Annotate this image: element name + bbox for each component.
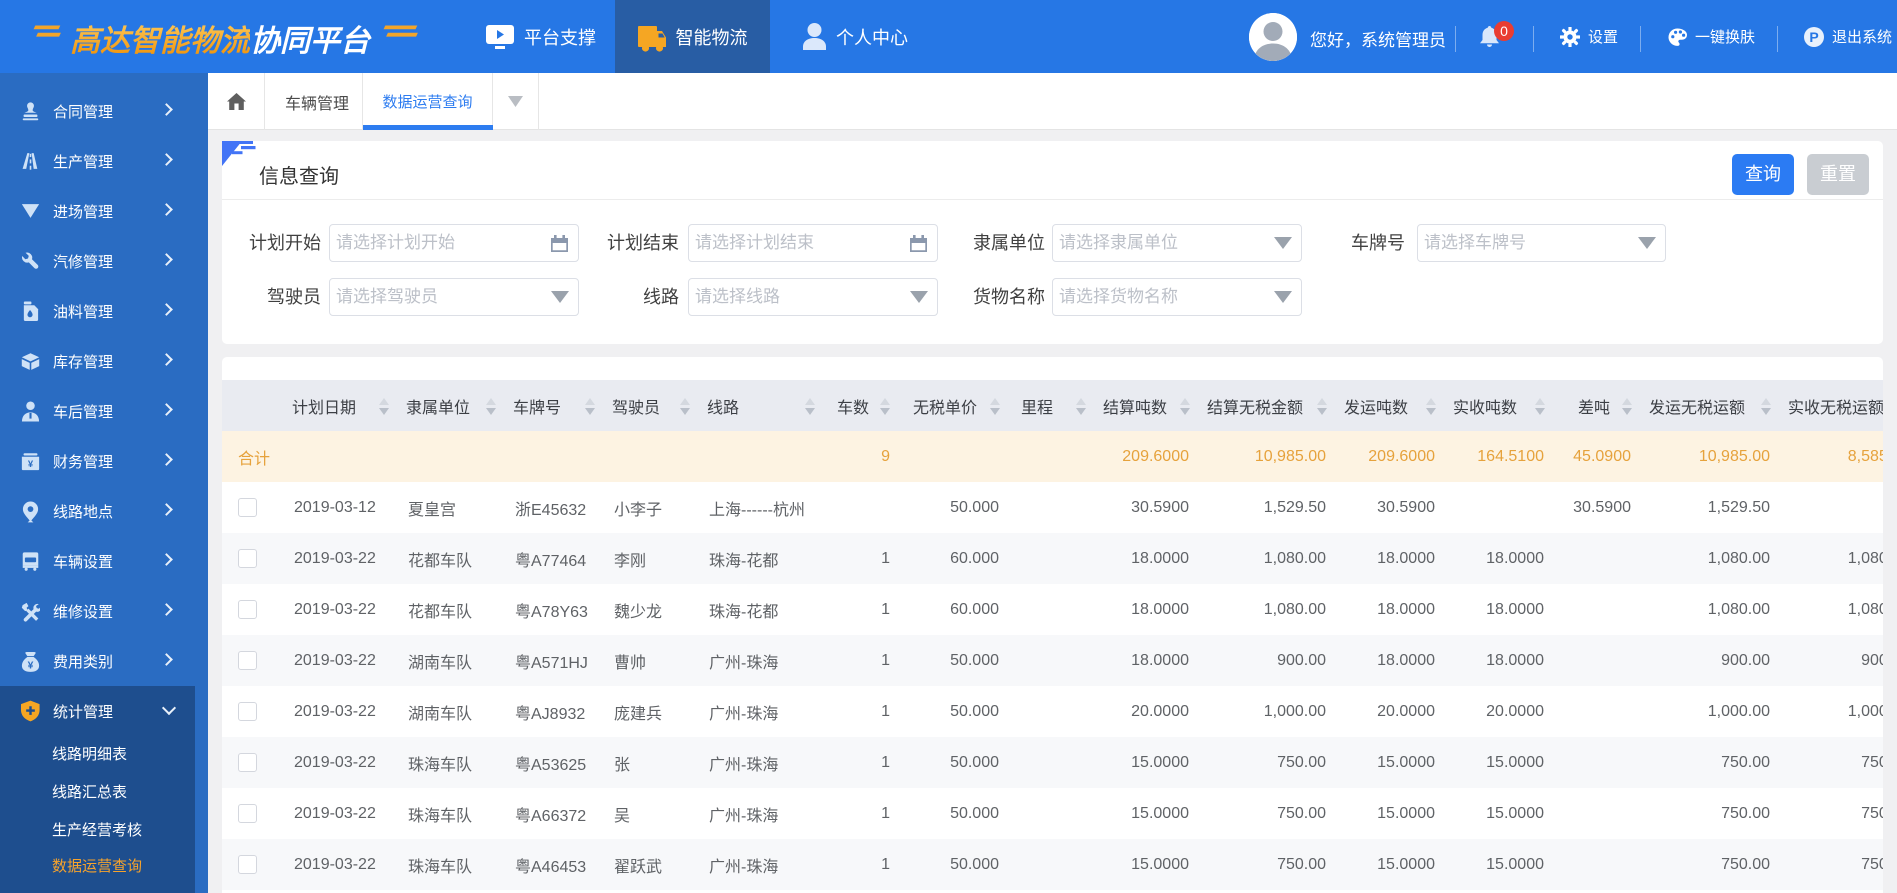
svg-text:P: P — [1809, 29, 1818, 45]
svg-text:¥: ¥ — [28, 660, 34, 671]
svg-text:¥: ¥ — [28, 459, 34, 470]
